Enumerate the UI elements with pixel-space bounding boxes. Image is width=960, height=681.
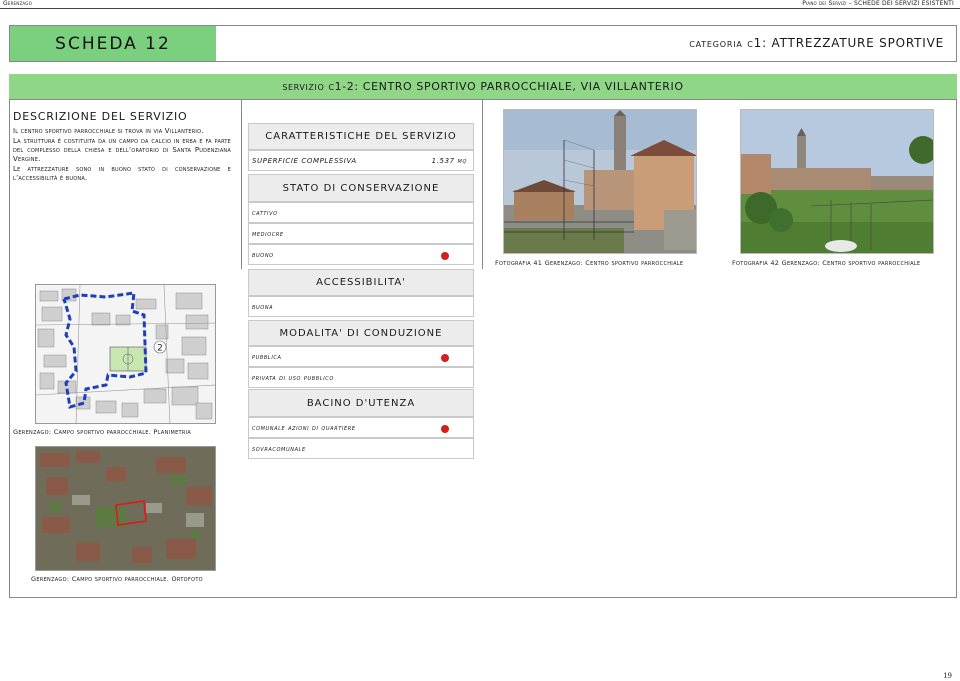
column-divider [241,99,242,269]
description-paragraph: Il centro sportivo parrocchiale si trova… [13,127,204,135]
option-label: privata di uso pubblico [252,373,334,382]
selected-marker-icon [441,252,449,260]
page-number: 19 [943,672,952,680]
scheda-number: SCHEDA 12 [10,26,216,61]
selected-marker-icon [441,425,449,433]
characteristics-title: CARATTERISTICHE DEL SERVIZIO [248,123,474,150]
photo-42-image [741,110,933,253]
category-title: categoria c1: ATTREZZATURE SPORTIVE [689,36,944,50]
site-plan-map: 2 [35,284,216,424]
surface-value: 1.537 mq [431,156,467,165]
option-label: comunale azioni di quartiere [252,423,356,432]
scheda-header: SCHEDA 12 categoria c1: ATTREZZATURE SPO… [9,25,957,62]
accessibility-value: buona [252,302,274,311]
header-rule [0,8,960,9]
service-title: servizio c1-2: CENTRO SPORTIVO PARROCCHI… [9,74,957,99]
conservation-option: cattivo [248,202,474,223]
photo-42-caption: Fotografia 42 Gerenzago: Centro sportivo… [732,259,921,267]
photo-41 [503,109,697,254]
column-divider [482,99,483,269]
running-header-left: Gerenzago [3,0,32,7]
catchment-title: BACINO D'UTENZA [248,389,474,417]
description-paragraph: La struttura è costituita da un campo da… [13,137,231,163]
ortho-photo-image [36,447,215,570]
conservation-option-selected: buono [248,244,474,265]
ortho-photo [35,446,216,571]
management-title: MODALITA' DI CONDUZIONE [248,320,474,346]
management-option-selected: pubblica [248,346,474,367]
accessibility-row: buona [248,296,474,317]
option-label: pubblica [252,352,282,361]
accessibility-title: ACCESSIBILITA' [248,269,474,296]
site-plan-drawing: 2 [36,285,215,423]
photo-41-caption: Fotografia 41 Gerenzago: Centro sportivo… [495,259,684,267]
selected-marker-icon [441,354,449,362]
catchment-option: sovracomunale [248,438,474,459]
conservation-option: mediocre [248,223,474,244]
surface-row: SUPERFICIE COMPLESSIVA 1.537 mq [248,150,474,171]
running-header-right: Piano dei Servizi – SCHEDE DEI SERVIZI E… [802,0,954,7]
option-label: cattivo [252,208,278,217]
conservation-title: STATO DI CONSERVAZIONE [248,174,474,202]
photo-41-image [504,110,696,253]
option-label: mediocre [252,229,284,238]
option-label: buono [252,250,274,259]
plan-caption: Gerenzago: Campo sportivo parrocchiale. … [13,428,192,436]
plan-number-label: 2 [157,344,163,354]
catchment-option-selected: comunale azioni di quartiere [248,417,474,438]
description-heading: DESCRIZIONE DEL SERVIZIO [13,110,188,123]
surface-label: SUPERFICIE COMPLESSIVA [252,156,357,165]
description-paragraph: Le attrezzature sono in buono stato di c… [13,165,231,182]
management-option: privata di uso pubblico [248,367,474,388]
option-label: sovracomunale [252,444,306,453]
ortho-caption: Gerenzago: Campo sportivo parrocchiale. … [31,575,203,583]
description-text: Il centro sportivo parrocchiale si trova… [13,127,231,184]
photo-42 [740,109,934,254]
